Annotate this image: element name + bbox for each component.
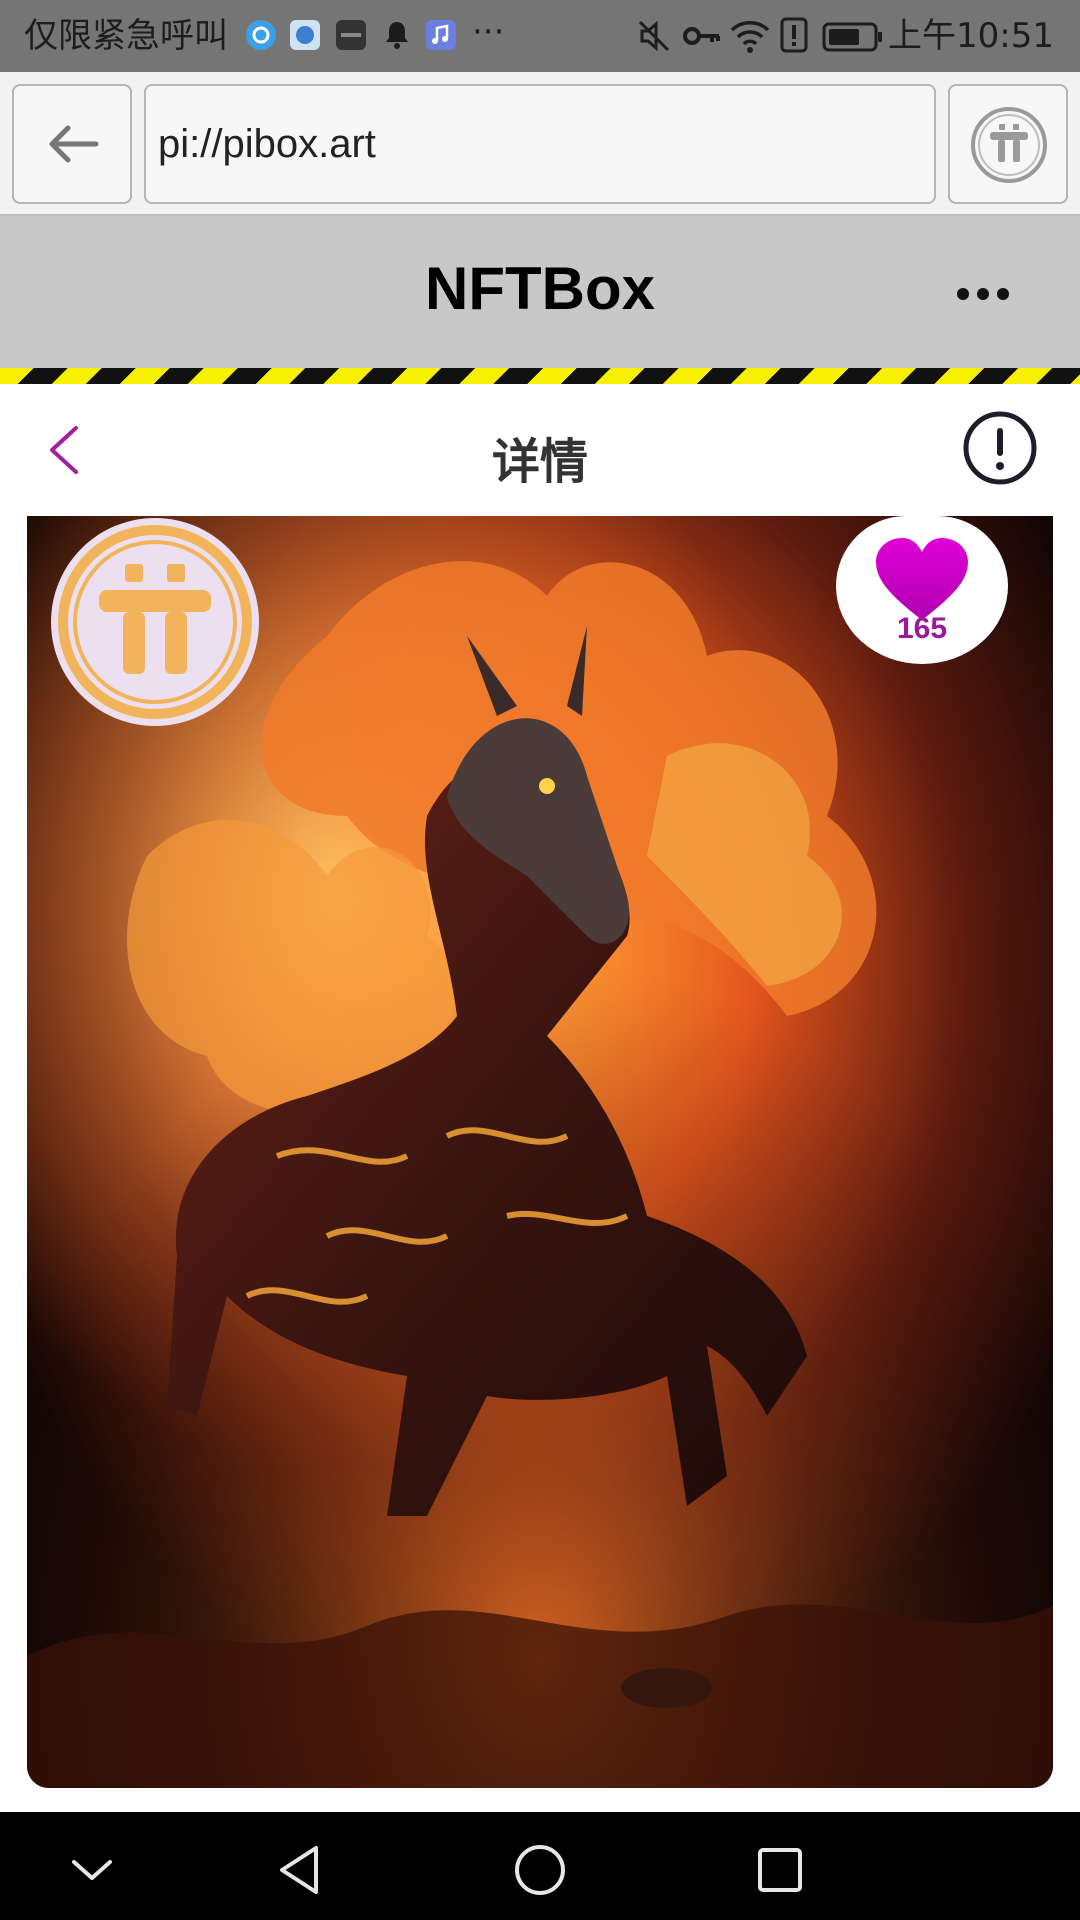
report-icon[interactable]	[962, 410, 1038, 486]
page-title: 详情	[491, 434, 588, 490]
huawei-icon	[336, 20, 366, 50]
pi-browser-button[interactable]	[948, 84, 1068, 204]
app-header: NFTBox	[0, 216, 1080, 368]
url-text: pi://pibox.art	[158, 122, 376, 166]
detail-nav: 详情	[0, 384, 1080, 516]
alert-icon	[780, 17, 808, 53]
browser-back-button[interactable]	[12, 84, 132, 204]
app-title: NFTBox	[425, 255, 655, 322]
like-count: 165	[896, 612, 948, 645]
wifi-icon	[730, 21, 770, 53]
nft-artwork[interactable]: 165	[27, 516, 1053, 1788]
heart-icon	[876, 538, 968, 620]
recents-square-icon[interactable]	[752, 1842, 808, 1898]
url-field[interactable]: pi://pibox.art	[144, 84, 936, 204]
music-icon	[426, 20, 456, 50]
browser-bar: pi://pibox.art	[0, 72, 1080, 216]
home-circle-icon[interactable]	[512, 1842, 568, 1898]
more-notifications-icon: ···	[472, 12, 505, 52]
status-bar: 仅限紧急呼叫 ··· 上午10:51	[0, 0, 1080, 72]
mute-icon	[638, 20, 670, 52]
carrier-text: 仅限紧急呼叫	[24, 16, 228, 56]
system-navigation-bar	[0, 1812, 1080, 1920]
browser-icon	[290, 20, 320, 50]
pi-coin-badge-icon	[51, 518, 259, 726]
key-icon	[683, 27, 720, 45]
collapse-chevron-icon[interactable]	[64, 1842, 120, 1898]
bell-icon	[386, 22, 408, 49]
hazard-stripe	[0, 368, 1080, 384]
clock: 上午10:51	[888, 16, 1054, 56]
back-triangle-icon[interactable]	[272, 1842, 328, 1898]
pi-logo-icon	[971, 107, 1047, 183]
more-options-icon[interactable]	[955, 284, 1011, 304]
weibo-icon	[246, 20, 276, 50]
battery-icon	[822, 22, 882, 52]
arrow-left-icon	[49, 125, 99, 163]
like-button[interactable]: 165	[836, 516, 1008, 664]
